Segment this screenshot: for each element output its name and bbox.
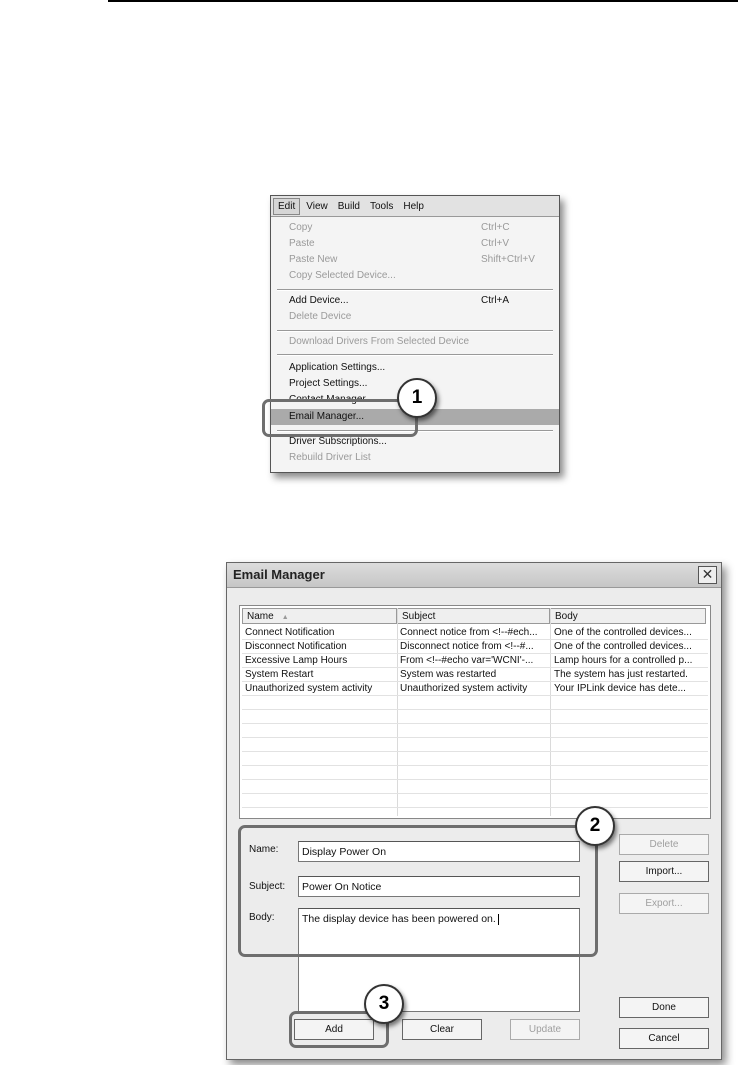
- menu-item-label: Project Settings...: [289, 378, 368, 389]
- menu-item-label: Add Device...: [289, 295, 349, 306]
- menu-item-label: Paste New: [289, 254, 338, 265]
- menu-separator: [277, 330, 553, 332]
- callout-badge-1: 1: [397, 378, 437, 418]
- cell-body: Your IPLink device has dete...: [554, 683, 686, 694]
- menu-item-label: Application Settings...: [289, 362, 386, 373]
- menu-item-application-settings[interactable]: Application Settings...: [271, 360, 559, 376]
- callout-box-2: [238, 825, 598, 957]
- menu-item-add-device[interactable]: Add Device... Ctrl+A: [271, 293, 559, 309]
- table-row-empty[interactable]: [242, 752, 708, 766]
- menu-bar-tools[interactable]: Tools: [366, 199, 397, 214]
- table-row-empty[interactable]: [242, 766, 708, 780]
- column-header-subject[interactable]: Subject: [397, 608, 550, 624]
- menu-item-copy[interactable]: Copy Ctrl+C: [271, 220, 559, 236]
- cell-name: Connect Notification: [245, 627, 335, 638]
- menu-bar-edit[interactable]: Edit: [273, 197, 301, 215]
- menu-item-label: Copy: [289, 222, 313, 233]
- menu-item-paste[interactable]: Paste Ctrl+V: [271, 236, 559, 252]
- cell-body: The system has just restarted.: [554, 669, 688, 680]
- dialog-titlebar: Email Manager ✕: [227, 563, 721, 588]
- table-row-empty[interactable]: [242, 724, 708, 738]
- menu-item-label: Download Drivers From Selected Device: [289, 336, 470, 347]
- cell-name: Excessive Lamp Hours: [245, 655, 348, 666]
- email-manager-dialog: Email Manager ✕ Name ▲ Subject Body Conne…: [226, 562, 722, 1060]
- menu-bar-build[interactable]: Build: [334, 199, 364, 214]
- dialog-title: Email Manager: [233, 567, 325, 582]
- callout-badge-2: 2: [575, 806, 615, 846]
- cell-body: One of the controlled devices...: [554, 641, 692, 652]
- cell-name: Disconnect Notification: [245, 641, 347, 652]
- menu-bar: Edit View Build Tools Help: [271, 196, 559, 217]
- menu-item-shortcut: Ctrl+A: [481, 295, 510, 306]
- clear-button[interactable]: Clear: [402, 1019, 482, 1040]
- menu-item-label: Delete Device: [289, 311, 352, 322]
- table-row[interactable]: Unauthorized system activity Unauthorize…: [242, 682, 708, 696]
- table-row[interactable]: System Restart System was restarted The …: [242, 668, 708, 682]
- cancel-button[interactable]: Cancel: [619, 1028, 709, 1049]
- callout-box-1: [262, 399, 418, 437]
- done-button[interactable]: Done: [619, 997, 709, 1018]
- table-row-empty[interactable]: [242, 794, 708, 808]
- column-header-name[interactable]: Name ▲: [242, 608, 397, 624]
- menu-item-delete-device[interactable]: Delete Device: [271, 309, 559, 325]
- table-row-empty[interactable]: [242, 710, 708, 724]
- table-row[interactable]: Connect Notification Connect notice from…: [242, 626, 708, 640]
- column-header-label: Name: [247, 611, 274, 622]
- table-row[interactable]: Disconnect Notification Disconnect notic…: [242, 640, 708, 654]
- callout-badge-3: 3: [364, 984, 404, 1024]
- menu-item-download-drivers[interactable]: Download Drivers From Selected Device: [271, 334, 559, 350]
- menu-item-copy-selected-device[interactable]: Copy Selected Device...: [271, 268, 559, 284]
- cell-subject: System was restarted: [400, 669, 497, 680]
- cell-name: Unauthorized system activity: [245, 683, 373, 694]
- close-icon[interactable]: ✕: [698, 566, 717, 584]
- cell-subject: Disconnect notice from <!--#...: [400, 641, 534, 652]
- table-row[interactable]: Excessive Lamp Hours From <!--#echo var=…: [242, 654, 708, 668]
- column-header-label: Body: [555, 611, 578, 622]
- menu-item-label: Paste: [289, 238, 315, 249]
- menu-separator: [277, 289, 553, 291]
- table-row-empty[interactable]: [242, 780, 708, 794]
- sort-ascending-icon: ▲: [281, 614, 289, 621]
- cell-subject: Connect notice from <!--#ech...: [400, 627, 538, 638]
- cell-name: System Restart: [245, 669, 314, 680]
- menu-separator: [277, 354, 553, 356]
- menu-bar-help[interactable]: Help: [399, 199, 428, 214]
- menu-item-shortcut: Ctrl+C: [481, 222, 510, 233]
- cell-body: Lamp hours for a controlled p...: [554, 655, 693, 666]
- menu-bar-view[interactable]: View: [302, 199, 332, 214]
- menu-item-rebuild-driver-list[interactable]: Rebuild Driver List: [271, 450, 559, 466]
- import-button[interactable]: Import...: [619, 861, 709, 882]
- delete-button[interactable]: Delete: [619, 834, 709, 855]
- update-button[interactable]: Update: [510, 1019, 580, 1040]
- cell-subject: From <!--#echo var='WCNI'-...: [400, 655, 534, 666]
- table-row-empty[interactable]: [242, 696, 708, 710]
- column-header-body[interactable]: Body: [550, 608, 706, 624]
- table-row-empty[interactable]: [242, 738, 708, 752]
- menu-item-shortcut: Ctrl+V: [481, 238, 510, 249]
- page-top-rule: [108, 0, 738, 2]
- cell-body: One of the controlled devices...: [554, 627, 692, 638]
- column-header-label: Subject: [402, 611, 436, 622]
- menu-item-label: Rebuild Driver List: [289, 452, 371, 463]
- menu-item-shortcut: Shift+Ctrl+V: [481, 254, 535, 265]
- export-button[interactable]: Export...: [619, 893, 709, 914]
- email-list[interactable]: Name ▲ Subject Body Connect Notification …: [239, 605, 711, 819]
- menu-item-paste-new[interactable]: Paste New Shift+Ctrl+V: [271, 252, 559, 268]
- cell-subject: Unauthorized system activity: [400, 683, 528, 694]
- menu-item-label: Copy Selected Device...: [289, 270, 396, 281]
